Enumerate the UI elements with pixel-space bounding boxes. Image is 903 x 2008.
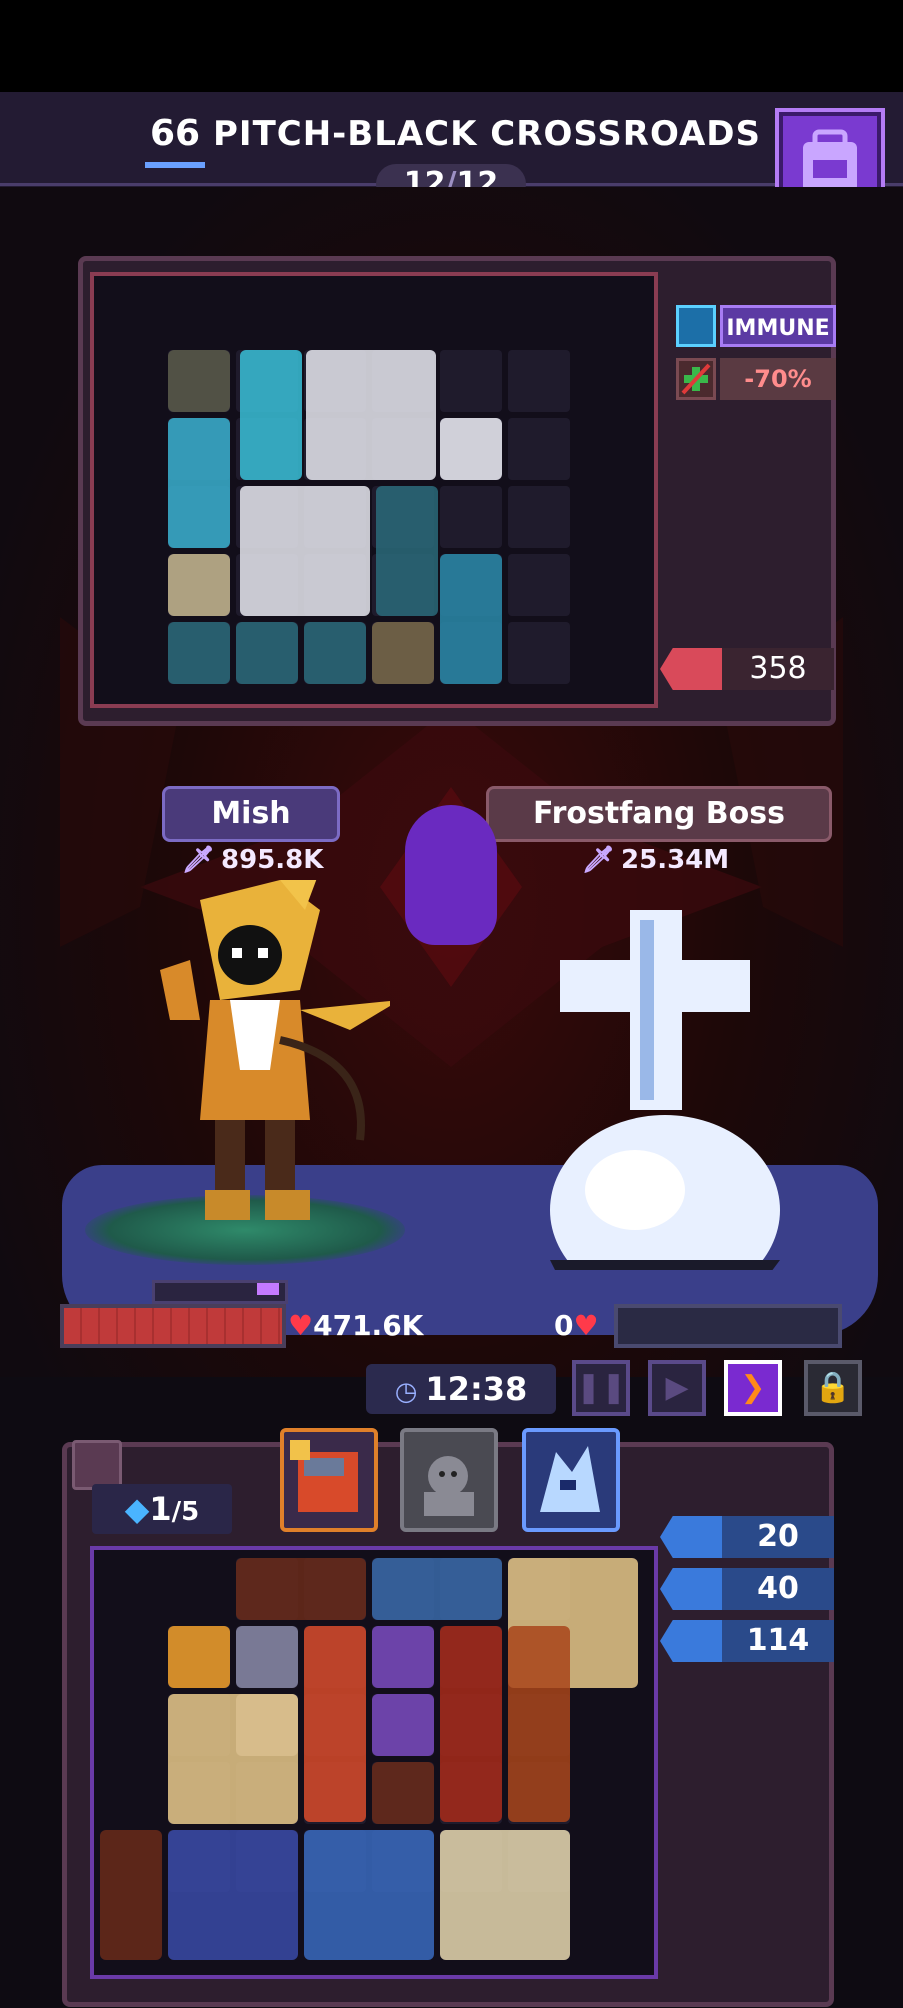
status-heal-reduction-label: -70% (720, 358, 836, 400)
backpack-item (440, 418, 502, 480)
backpack-slot (508, 554, 570, 616)
heal-reduction-icon-glyph (681, 363, 711, 395)
stage-level-badge: 66 (145, 110, 205, 168)
backpack-item[interactable] (372, 1762, 434, 1824)
backpack-slot (440, 486, 502, 548)
hero-sprite (160, 880, 390, 1220)
gems-max: /5 (171, 1497, 200, 1527)
backpack-item (240, 486, 370, 616)
backpack-item (168, 350, 230, 412)
agility-icon (660, 1620, 724, 1662)
backpack-item (440, 554, 502, 684)
play-button[interactable]: ▶ (648, 1360, 706, 1416)
stat-cooldown-value: 20 (722, 1516, 834, 1558)
dragon-icon (290, 1440, 358, 1512)
backpack-item (168, 418, 230, 548)
backpack-item[interactable] (100, 1830, 162, 1960)
boss-power: 🗡 25.34M (582, 842, 729, 878)
ally-portrait-dragon[interactable] (280, 1428, 378, 1532)
heart-icon: ♥ (288, 1309, 314, 1342)
boss-nameplate: Frostfang Boss (486, 786, 832, 842)
backpack-item[interactable] (168, 1694, 298, 1824)
backpack-item[interactable] (168, 1830, 298, 1960)
heal-reduction-icon (676, 358, 716, 400)
backpack-item (168, 622, 230, 684)
status-immune-label: IMMUNE (720, 305, 836, 347)
backpack-item (376, 486, 438, 616)
backpack-slot (440, 350, 502, 412)
heart-icon: ♥ (573, 1309, 599, 1342)
hero-hp-fill (64, 1308, 282, 1344)
backpack-item[interactable] (168, 1626, 230, 1688)
wolf-icon (540, 1446, 600, 1512)
fast-forward-icon: ❯ (740, 1370, 766, 1405)
fast-forward-button[interactable]: ❯ (724, 1360, 782, 1416)
backpack-item[interactable] (236, 1558, 366, 1620)
log-icon[interactable] (72, 1440, 122, 1490)
lock-button[interactable]: 🔒 (804, 1360, 862, 1416)
rage-icon (660, 648, 724, 690)
boss-hp-bar (614, 1304, 842, 1348)
gems-current: 1 (149, 1490, 172, 1528)
stat-attack-value: 40 (722, 1568, 834, 1610)
hero-hp-value: 471.6K (313, 1309, 424, 1342)
boss-power-value: 25.34M (621, 845, 730, 875)
boss-tombstone-sprite (550, 910, 780, 1270)
boss-hp: 0♥ (554, 1304, 599, 1348)
lock-icon: 🔒 (814, 1370, 852, 1405)
boss-hp-value: 0 (554, 1309, 574, 1342)
backpack-item (168, 554, 230, 616)
backpack-item (304, 622, 366, 684)
pause-button[interactable]: ❚❚ (572, 1360, 630, 1416)
attack-icon (660, 1568, 724, 1610)
sword-icon: 🗡 (182, 845, 216, 875)
enemy-stat-value: 358 (722, 648, 834, 690)
clock-icon: ◷ (394, 1377, 418, 1407)
backpack-item[interactable] (372, 1626, 434, 1688)
backpack-item[interactable] (440, 1626, 502, 1822)
sword-icon: 🗡 (582, 845, 616, 875)
backpack-item[interactable] (440, 1830, 570, 1960)
ghost-icon (424, 1456, 474, 1516)
hero-power-value: 895.8K (221, 845, 324, 875)
portal (405, 805, 497, 945)
cooldown-icon (660, 1516, 724, 1558)
backpack-item[interactable] (236, 1626, 298, 1688)
backpack-item[interactable] (304, 1626, 366, 1822)
backpack-slot (508, 418, 570, 480)
gem-icon: ◆ (124, 1490, 150, 1528)
stat-agility-value: 114 (722, 1620, 834, 1662)
backpack-item[interactable] (372, 1558, 502, 1620)
pause-icon: ❚❚ (576, 1370, 627, 1405)
hero-mana-fill (257, 1283, 279, 1295)
backpack-slot (508, 350, 570, 412)
battle-timer: ◷ 12:38 (366, 1364, 556, 1414)
stage-title: PITCH-BLACK CROSSROADS (213, 114, 761, 154)
play-icon: ▶ (665, 1370, 689, 1405)
ally-portrait-wolf[interactable] (522, 1428, 620, 1532)
hero-power: 🗡 895.8K (182, 842, 323, 878)
backpack-item[interactable] (304, 1830, 434, 1960)
ally-portrait-ghost[interactable] (400, 1428, 498, 1532)
backpack-item (240, 350, 302, 480)
backpack-item (236, 622, 298, 684)
backpack-item (306, 350, 436, 480)
backpack-slot (508, 486, 570, 548)
backpack-slot (508, 622, 570, 684)
backpack-item (372, 622, 434, 684)
status-bar-area (0, 0, 903, 92)
gem-counter: ◆1/5 (92, 1484, 232, 1534)
backpack-item[interactable] (372, 1694, 434, 1756)
immune-icon (676, 305, 716, 347)
timer-value: 12:38 (425, 1370, 528, 1408)
hero-hp: ♥471.6K (288, 1304, 423, 1348)
hero-nameplate: Mish (162, 786, 340, 842)
backpack-item[interactable] (508, 1626, 570, 1822)
